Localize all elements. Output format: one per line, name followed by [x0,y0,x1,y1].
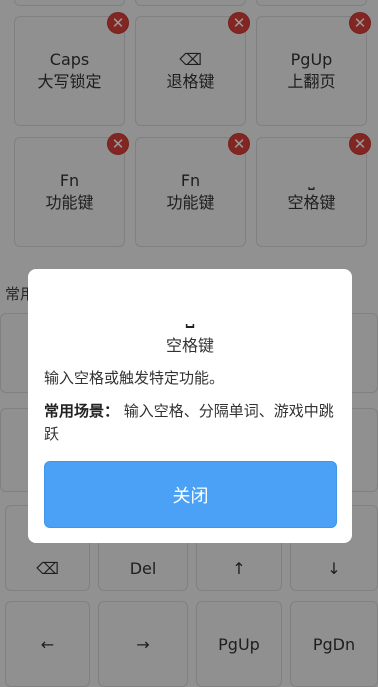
space-key-icon: ⎵ [185,304,195,329]
dialog-usage: 常用场景： 输入空格、分隔单词、游戏中跳跃 [44,400,344,446]
dialog-description: 输入空格或触发特定功能。 [44,369,225,387]
usage-label: 常用场景： [44,402,120,420]
dialog-title: 空格键 [165,336,214,355]
key-info-dialog: ⎵ 空格键 输入空格或触发特定功能。 常用场景： 输入空格、分隔单词、游戏中跳跃… [28,269,352,543]
close-button[interactable]: 关闭 [44,461,337,528]
